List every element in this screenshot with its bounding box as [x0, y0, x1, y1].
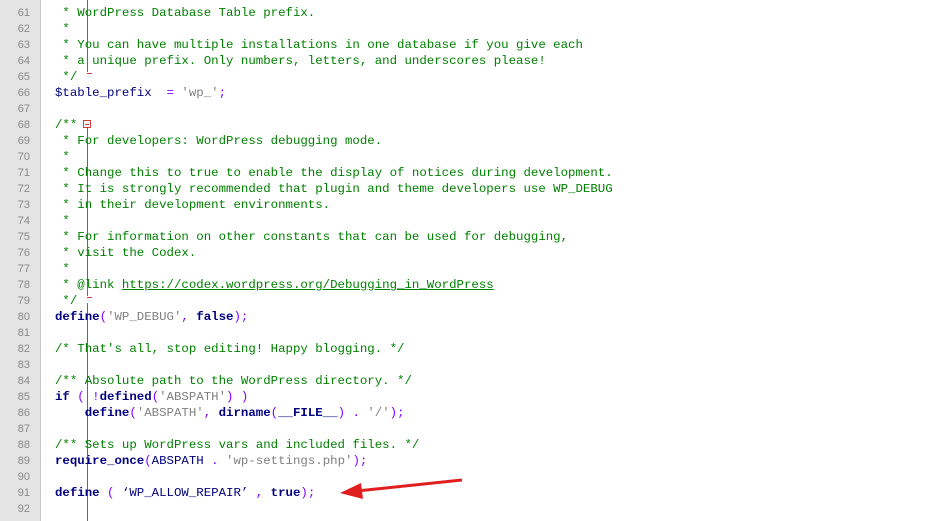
code-editor[interactable]: 61 * WordPress Database Table prefix. 62 …	[0, 0, 946, 521]
red-arrow-icon	[340, 478, 463, 499]
